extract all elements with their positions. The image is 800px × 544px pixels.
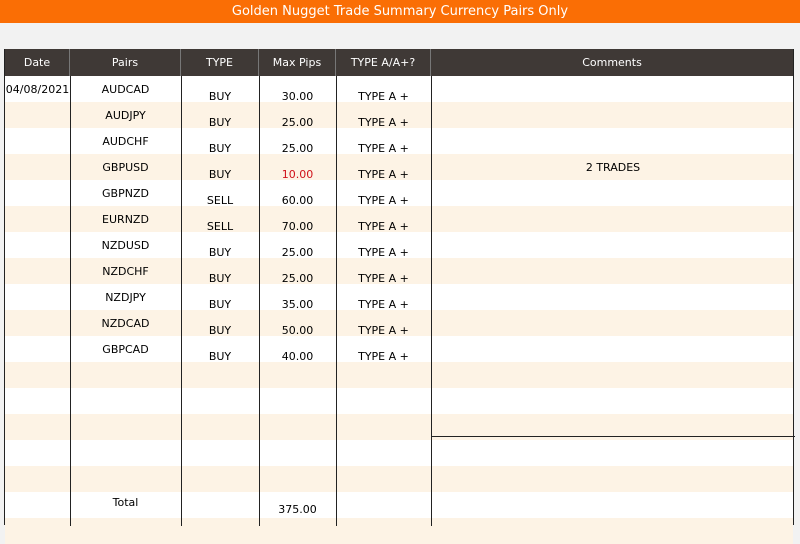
grade-cell: TYPE A + [358,194,409,207]
pips-cell: 25.00 [281,142,314,155]
pips-cell: 25.00 [281,272,314,285]
pips-cell: 70.00 [281,220,314,233]
type-cell: BUY [208,168,232,181]
date-cell: 04/08/2021 [5,83,70,96]
pips-cell-highlighted: 10.00 [281,168,314,181]
pair-cell: AUDJPY [105,109,146,122]
type-cell: BUY [208,272,232,285]
pair-cell: NZDCHF [102,265,149,278]
grade-cell: TYPE A + [358,298,409,311]
header-type-grade: TYPE A/A+? [336,49,431,76]
pair-cell: AUDCAD [101,83,150,96]
pair-cell: GBPNZD [102,187,149,200]
pair-cell: NZDCAD [101,317,150,330]
pair-cell: GBPUSD [102,161,149,174]
pair-cell: NZDJPY [105,291,146,304]
type-cell: BUY [208,116,232,129]
grade-cell: TYPE A + [358,142,409,155]
type-cell: BUY [208,90,232,103]
pips-cell: 25.00 [281,246,314,259]
type-cell: BUY [208,324,232,337]
grade-cell: TYPE A + [358,272,409,285]
total-label: Total [112,496,139,509]
type-cell: SELL [206,220,234,233]
type-cell: BUY [208,246,232,259]
type-cell: SELL [206,194,234,207]
total-value: 375.00 [278,503,317,516]
pair-cell: AUDCHF [102,135,149,148]
header-type: TYPE [181,49,259,76]
header-comments: Comments [582,56,642,69]
grade-cell: TYPE A + [358,350,409,363]
type-cell: BUY [208,142,232,155]
type-cell: BUY [208,350,232,363]
grade-cell: TYPE A + [358,90,409,103]
table-header: Date Pairs TYPE Max Pips TYPE A/A+? Comm… [5,49,793,76]
grade-cell: TYPE A + [358,220,409,233]
pips-cell: 60.00 [281,194,314,207]
pips-cell: 50.00 [281,324,314,337]
header-max-pips: Max Pips [259,49,336,76]
comments-divider [431,436,795,437]
column-divider [431,76,432,526]
header-date: Date [5,49,70,76]
pips-cell: 35.00 [281,298,314,311]
page-title: Golden Nugget Trade Summary Currency Pai… [231,4,569,19]
pair-cell: EURNZD [102,213,149,226]
trade-summary-table: Date Pairs TYPE Max Pips TYPE A/A+? Comm… [4,49,795,544]
pair-cell: GBPCAD [102,343,149,356]
header-pairs: Pairs [70,49,181,76]
grade-cell: TYPE A + [358,116,409,129]
pips-cell: 40.00 [281,350,314,363]
pips-cell: 25.00 [281,116,314,129]
grade-cell: TYPE A + [358,246,409,259]
page-title-banner: Golden Nugget Trade Summary Currency Pai… [0,0,800,23]
comment-cell: 2 TRADES [585,161,641,174]
pair-cell: NZDUSD [101,239,150,252]
type-cell: BUY [208,298,232,311]
pips-cell: 30.00 [281,90,314,103]
grade-cell: TYPE A + [358,168,409,181]
grade-cell: TYPE A + [358,324,409,337]
